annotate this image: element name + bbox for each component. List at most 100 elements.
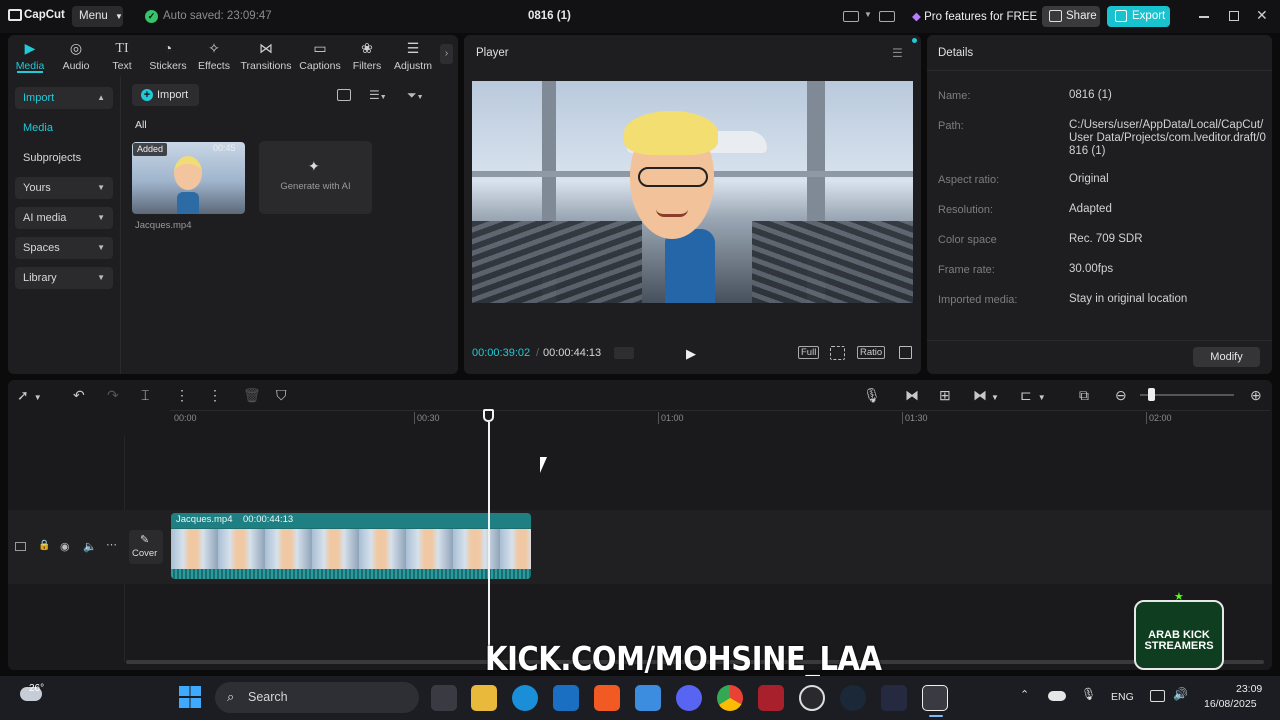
- windows-start-icon[interactable]: [179, 686, 201, 708]
- chevron-down-icon: ▼: [114, 12, 123, 21]
- capcut-task-icon[interactable]: [922, 685, 948, 711]
- zoom-in-icon[interactable]: ⊕: [1250, 387, 1262, 404]
- tab-transitions[interactable]: ⋈ Transitions: [236, 40, 296, 72]
- modify-button[interactable]: Modify: [1193, 347, 1260, 367]
- timecode-icon[interactable]: [614, 347, 634, 359]
- maximize-icon[interactable]: [1229, 11, 1239, 21]
- ratio-button[interactable]: Ratio: [857, 346, 886, 359]
- sidebar-spaces[interactable]: Spaces ▼: [15, 237, 113, 259]
- tab-filters[interactable]: ❀ Filters: [342, 40, 392, 72]
- edge-icon[interactable]: [512, 685, 538, 711]
- adjustment-icon: ☰: [406, 40, 420, 56]
- track-thumbnail-icon[interactable]: [15, 542, 26, 551]
- file-explorer-icon[interactable]: [471, 685, 497, 711]
- filter-icon[interactable]: ⏷▼: [407, 88, 424, 103]
- fit-timeline-icon[interactable]: ⧉: [1079, 387, 1089, 404]
- tab-effects[interactable]: ✧ Effects: [189, 40, 239, 72]
- chevron-down-icon[interactable]: ▼: [864, 10, 872, 19]
- more-icon[interactable]: ⋯: [106, 538, 117, 551]
- valorant-icon[interactable]: [758, 685, 784, 711]
- visibility-icon[interactable]: ◉: [60, 540, 70, 553]
- fullscreen-icon[interactable]: [899, 346, 912, 359]
- menu-button[interactable]: Menu ▼: [72, 6, 123, 27]
- video-preview[interactable]: [472, 81, 913, 303]
- playhead-line[interactable]: [488, 422, 490, 662]
- select-cursor-icon[interactable]: ➚ ▼: [17, 387, 42, 404]
- delete-icon[interactable]: 🗑: [243, 387, 261, 404]
- generate-ai-card[interactable]: ✦ Generate with AI: [259, 141, 372, 214]
- preview-axis-icon[interactable]: ⊏ ▼: [1020, 387, 1046, 404]
- export-button[interactable]: Export: [1107, 6, 1170, 27]
- chrome-icon[interactable]: [717, 685, 743, 711]
- zoom-out-icon[interactable]: ⊖: [1115, 387, 1127, 404]
- grid-view-icon[interactable]: [337, 89, 351, 101]
- speaker-icon[interactable]: 🔊: [1173, 687, 1188, 701]
- tab-media[interactable]: ▶ Media: [5, 40, 55, 72]
- detail-aspect-value: Original: [1069, 173, 1109, 185]
- tabs-scroll-right-button[interactable]: ›: [440, 44, 453, 64]
- brave-icon[interactable]: [594, 685, 620, 711]
- seats-right: [752, 221, 913, 303]
- link-clips-icon[interactable]: ⧓: [905, 387, 919, 404]
- clip-name-label: Jacques.mp4: [176, 514, 233, 525]
- steam-icon[interactable]: [840, 685, 866, 711]
- filter-all-label[interactable]: All: [135, 119, 147, 131]
- sidebar-media[interactable]: Media: [23, 122, 53, 134]
- ai-app-icon[interactable]: [881, 685, 907, 711]
- mic-tray-icon[interactable]: 🎙: [1081, 687, 1096, 701]
- network-icon[interactable]: [1150, 690, 1165, 702]
- sort-icon[interactable]: ☰▼: [369, 88, 387, 102]
- transitions-icon: ⋈: [259, 40, 273, 56]
- onedrive-icon[interactable]: [1048, 691, 1066, 701]
- outlook-icon[interactable]: [553, 685, 579, 711]
- sidebar-import[interactable]: Import ▲: [15, 87, 113, 109]
- shield-icon[interactable]: ⛉: [276, 387, 287, 404]
- split-icon[interactable]: ⌶: [141, 387, 149, 404]
- play-icon[interactable]: ▶: [686, 346, 696, 362]
- tab-adjustment[interactable]: ☰ Adjustm: [389, 40, 437, 72]
- sidebar-ai-media[interactable]: AI media ▼: [15, 207, 113, 229]
- linkage-icon[interactable]: ⧓ ▼: [973, 387, 999, 404]
- clock-date[interactable]: 16/08/2025: [1204, 698, 1257, 710]
- discord-icon[interactable]: [676, 685, 702, 711]
- clock-time[interactable]: 23:09: [1236, 683, 1262, 695]
- split-right-icon[interactable]: ⋮: [208, 387, 222, 404]
- split-left-icon[interactable]: ⋮: [175, 387, 189, 404]
- ruler-tick-4: 02:00: [1149, 413, 1172, 423]
- obs-icon[interactable]: [799, 685, 825, 711]
- zoom-slider-handle[interactable]: [1148, 388, 1155, 401]
- minimize-icon[interactable]: [1199, 16, 1209, 18]
- playhead-handle[interactable]: [483, 409, 494, 422]
- media-import-button[interactable]: + Import: [132, 84, 199, 106]
- tab-captions[interactable]: ▭ Captions: [295, 40, 345, 72]
- tab-stickers[interactable]: ◔ Stickers: [143, 40, 193, 72]
- lock-icon[interactable]: 🔒: [38, 540, 50, 551]
- undo-icon[interactable]: ↶: [73, 387, 85, 404]
- pro-features-button[interactable]: ◆ Pro features for FREE: [912, 9, 1037, 23]
- timeline-clip[interactable]: Jacques.mp4 00:00:44:13: [171, 513, 531, 579]
- player-menu-icon[interactable]: ☰: [892, 46, 903, 60]
- share-button[interactable]: Share: [1042, 6, 1100, 27]
- tab-audio[interactable]: ◎ Audio: [51, 40, 101, 72]
- volume-icon[interactable]: 🔈: [83, 540, 97, 553]
- sidebar-library[interactable]: Library ▼: [15, 267, 113, 289]
- tray-chevron-icon[interactable]: ⌃: [1020, 688, 1029, 701]
- full-quality-button[interactable]: Full: [798, 346, 820, 359]
- sparkle-icon: ✦: [308, 158, 320, 174]
- microphone-icon[interactable]: 🎙: [863, 387, 881, 404]
- tab-text[interactable]: TI Text: [97, 40, 147, 72]
- sidebar-subprojects[interactable]: Subprojects: [23, 152, 81, 164]
- magnet-icon[interactable]: ⊞: [939, 387, 951, 404]
- redo-icon[interactable]: ↷: [107, 387, 119, 404]
- taskbar-search[interactable]: ⌕ Search: [215, 682, 419, 713]
- sidebar-yours[interactable]: Yours ▼: [15, 177, 113, 199]
- task-view-icon[interactable]: [431, 685, 457, 711]
- close-icon[interactable]: ✕: [1256, 7, 1268, 24]
- ruler-tick-0: 00:00: [174, 413, 197, 423]
- keyboard-icon[interactable]: [879, 11, 895, 22]
- focus-icon[interactable]: [830, 346, 845, 360]
- store-icon[interactable]: [635, 685, 661, 711]
- layout-icon[interactable]: [843, 11, 859, 22]
- cover-button[interactable]: ✎ Cover: [129, 530, 163, 564]
- language-indicator[interactable]: ENG: [1111, 691, 1134, 703]
